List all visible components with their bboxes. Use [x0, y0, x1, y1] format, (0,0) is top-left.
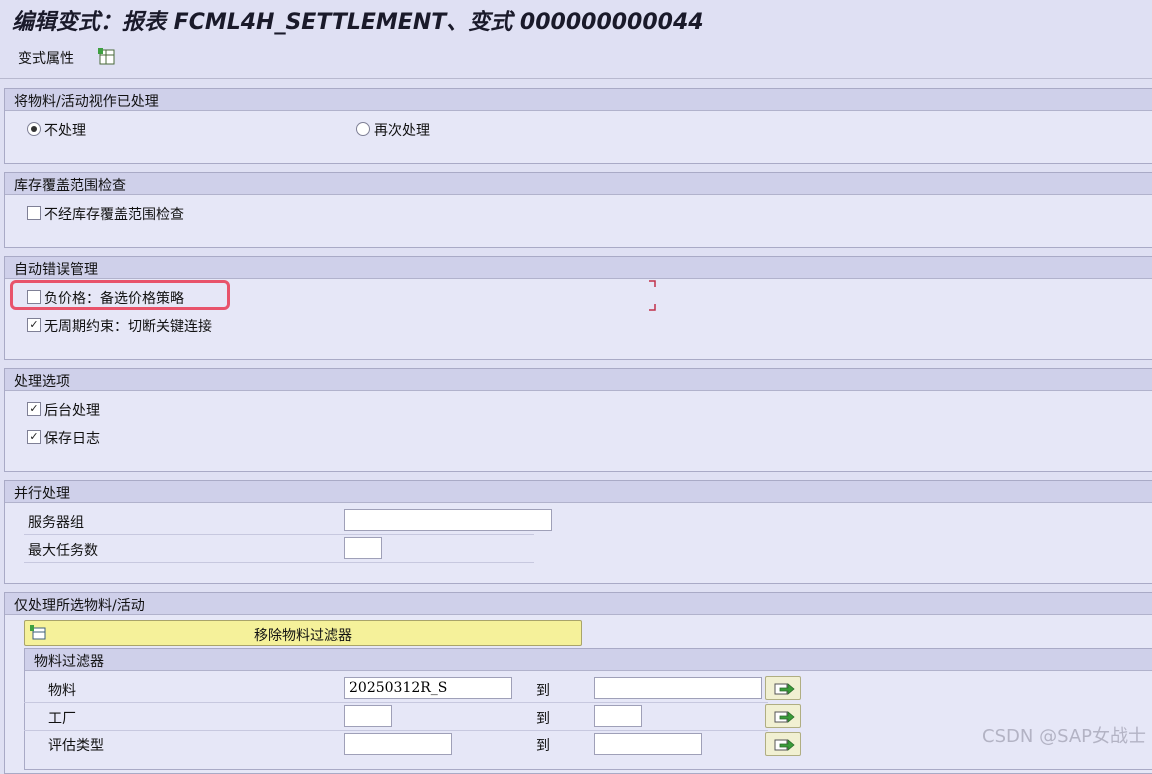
group-header: 库存覆盖范围检查: [5, 173, 1152, 195]
multiple-selection-icon: [774, 683, 795, 695]
group-parallel-processing: 并行处理: [4, 480, 1152, 584]
save-log-checkbox[interactable]: ✓: [27, 430, 41, 444]
background-processing-label: 后台处理: [44, 403, 100, 419]
row-separator: [24, 730, 768, 731]
no-stock-check-checkbox[interactable]: [27, 206, 41, 220]
to-label: 到: [536, 711, 550, 727]
filter-row-label-material: 物料: [48, 683, 76, 699]
group-title: 将物料/活动视作已处理: [14, 94, 159, 110]
radio-reprocess[interactable]: [356, 122, 370, 136]
highlight-annotation: [10, 280, 230, 310]
row-separator: [24, 702, 768, 703]
plant-to-input[interactable]: [594, 705, 642, 727]
material-from-input[interactable]: [344, 677, 512, 699]
group-title: 仅处理所选物料/活动: [14, 598, 145, 614]
max-tasks-label: 最大任务数: [28, 543, 98, 559]
background-processing-checkbox[interactable]: ✓: [27, 402, 41, 416]
group-title: 处理选项: [14, 374, 70, 390]
window-title: 编辑变式：报表 FCML4H_SETTLEMENT、变式 00000000004…: [12, 10, 704, 35]
group-processing-options: 处理选项: [4, 368, 1152, 472]
row-separator: [24, 534, 534, 535]
filter-row-label-valuation-type: 评估类型: [48, 738, 104, 754]
group-header: 仅处理所选物料/活动: [5, 593, 1152, 615]
multiple-selection-icon: [774, 711, 795, 723]
group-header: 并行处理: [5, 481, 1152, 503]
material-to-input[interactable]: [594, 677, 762, 699]
multiple-selection-button[interactable]: [765, 704, 801, 728]
variant-table-icon[interactable]: [97, 47, 117, 67]
server-group-label: 服务器组: [28, 515, 84, 531]
no-cycle-checkbox[interactable]: ✓: [27, 318, 41, 332]
group-title: 库存覆盖范围检查: [14, 178, 126, 194]
focus-bracket: [649, 280, 656, 311]
plant-from-input[interactable]: [344, 705, 392, 727]
group-title: 自动错误管理: [14, 262, 98, 278]
server-group-input[interactable]: [344, 509, 552, 531]
group-header: 自动错误管理: [5, 257, 1152, 279]
to-label: 到: [536, 738, 550, 754]
group-processed: 将物料/活动视作已处理: [4, 88, 1152, 164]
group-title: 并行处理: [14, 486, 70, 502]
row-separator: [24, 562, 534, 563]
subgroup-title: 物料过滤器: [34, 654, 104, 670]
variant-attributes-button[interactable]: 变式属性: [18, 48, 74, 68]
remove-material-filter-button[interactable]: 移除物料过滤器: [24, 620, 582, 646]
group-header: 处理选项: [5, 369, 1152, 391]
filter-row-label-plant: 工厂: [48, 711, 76, 727]
multiple-selection-button[interactable]: [765, 732, 801, 756]
no-stock-check-label: 不经库存覆盖范围检查: [44, 207, 184, 223]
radio-no-process-label: 不处理: [44, 123, 86, 139]
radio-reprocess-label: 再次处理: [374, 123, 430, 139]
remove-material-filter-label: 移除物料过滤器: [254, 628, 352, 644]
no-cycle-label: 无周期约束：切断关键连接: [44, 319, 212, 335]
multiple-selection-button[interactable]: [765, 676, 801, 700]
to-label: 到: [536, 683, 550, 699]
save-log-label: 保存日志: [44, 431, 100, 447]
radio-no-process[interactable]: [27, 122, 41, 136]
subgroup-header: 物料过滤器: [25, 649, 1152, 671]
watermark: CSDN @SAP女战士: [982, 726, 1146, 747]
toolbar: [0, 38, 1152, 79]
max-tasks-input[interactable]: [344, 537, 382, 559]
group-header: 将物料/活动视作已处理: [5, 89, 1152, 111]
